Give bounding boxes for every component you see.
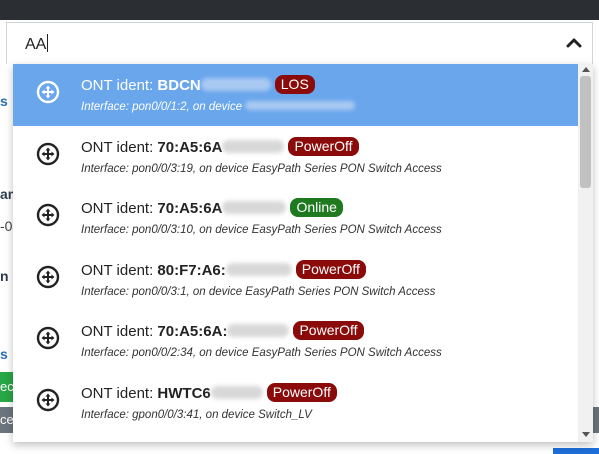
interface-text: Interface: pon0/0/3:10, on device EasyPa… [81, 224, 442, 236]
redacted-text [222, 201, 287, 214]
result-title: ONT ident: 70:A5:6A PowerOff [81, 136, 359, 156]
ont-ident: BDCN [157, 77, 201, 94]
result-title: ONT ident: 80:F7:A6: PowerOff [81, 259, 366, 279]
text-cursor [47, 34, 49, 52]
ont-ident: 70:A5:6A [157, 138, 223, 156]
result-label: ONT ident: [81, 77, 158, 94]
move-arrows-icon [36, 265, 60, 289]
background-button[interactable] [553, 448, 599, 454]
result-interface: Interface: pon0/0/3:10, on device EasyPa… [81, 224, 442, 236]
ont-ident: HWTC6 [157, 384, 211, 402]
result-label: ONT ident: [81, 200, 158, 217]
search-combobox[interactable]: AA [6, 22, 593, 64]
scroll-down-arrow-icon[interactable] [582, 432, 590, 437]
result-item[interactable]: ONT ident: 70:A5:6A: PowerOff Interface: p… [13, 310, 578, 372]
result-label: ONT ident: [81, 384, 158, 402]
top-bar [0, 0, 599, 20]
background-text: s [0, 93, 8, 109]
ont-ident: 70:A5:6A: [157, 323, 228, 340]
result-interface: Interface: gpon0/0/3:41, on device Switc… [81, 409, 312, 421]
search-input[interactable]: AA [25, 34, 49, 54]
status-badge: PowerOff [295, 259, 366, 279]
redacted-text [210, 385, 263, 399]
redacted-text [245, 101, 356, 110]
result-item[interactable]: ONT ident: 70:A5:6A Online Interface: pon0… [13, 187, 578, 249]
background-text: s [0, 346, 8, 362]
status-badge: Online [290, 198, 343, 217]
scrollbar-thumb[interactable] [580, 76, 591, 188]
interface-text: Interface: gpon0/0/3:41, on device Switc… [81, 408, 312, 421]
interface-text: Interface: pon0/0/1:2, on device [81, 101, 246, 113]
result-item[interactable]: ONT ident: HWTC6 PowerOff Interface: gpon0… [13, 372, 578, 434]
result-label: ONT ident: [81, 138, 158, 156]
result-label: ONT ident: [81, 261, 158, 279]
result-item[interactable]: ONT ident: 70:A5:6A PowerOff Interface: po… [13, 126, 578, 188]
result-title: ONT ident: BDCN LOS [81, 75, 315, 94]
result-interface: Interface: pon0/0/1:2, on device [81, 101, 357, 113]
search-input-value: AA [25, 36, 47, 53]
background-text: n [0, 268, 9, 284]
result-title: ONT ident: HWTC6 PowerOff [81, 382, 337, 402]
ont-ident: 80:F7:A6: [157, 261, 226, 279]
scrollbar[interactable] [578, 64, 593, 442]
move-arrows-icon [36, 388, 60, 412]
ont-ident: 70:A5:6A [157, 200, 223, 217]
interface-text: Interface: pon0/0/3:1, on device EasyPat… [81, 285, 436, 298]
redacted-text [222, 139, 285, 153]
status-badge: PowerOff [293, 321, 364, 340]
results-list: ONT ident: BDCN LOS Interface: pon0/0/1:2,… [13, 64, 578, 433]
chevron-up-icon[interactable] [562, 31, 586, 55]
move-arrows-icon [36, 326, 60, 350]
result-interface: Interface: pon0/0/3:19, on device EasyPa… [81, 163, 442, 175]
status-badge: PowerOff [288, 136, 359, 156]
result-interface: Interface: pon0/0/2:34, on device EasyPa… [81, 347, 442, 359]
result-item[interactable]: ONT ident: BDCN LOS Interface: pon0/0/1:2,… [13, 64, 578, 126]
result-title: ONT ident: 70:A5:6A Online [81, 198, 343, 217]
redacted-text [200, 78, 271, 91]
result-interface: Interface: pon0/0/3:1, on device EasyPat… [81, 286, 435, 298]
move-arrows-icon [36, 142, 60, 166]
results-dropdown: ONT ident: BDCN LOS Interface: pon0/0/1:2,… [13, 64, 593, 442]
redacted-text [227, 324, 290, 337]
result-label: ONT ident: [81, 323, 158, 340]
move-arrows-icon [36, 80, 60, 104]
status-badge: LOS [274, 75, 315, 94]
result-title: ONT ident: 70:A5:6A: PowerOff [81, 321, 364, 340]
interface-text: Interface: pon0/0/3:19, on device EasyPa… [81, 162, 442, 175]
move-arrows-icon [36, 203, 60, 227]
redacted-text [225, 262, 292, 276]
status-badge: PowerOff [266, 382, 337, 402]
interface-text: Interface: pon0/0/2:34, on device EasyPa… [81, 347, 442, 359]
scroll-up-arrow-icon[interactable] [582, 67, 590, 72]
result-item[interactable]: ONT ident: 80:F7:A6: PowerOff Interface: p… [13, 249, 578, 311]
